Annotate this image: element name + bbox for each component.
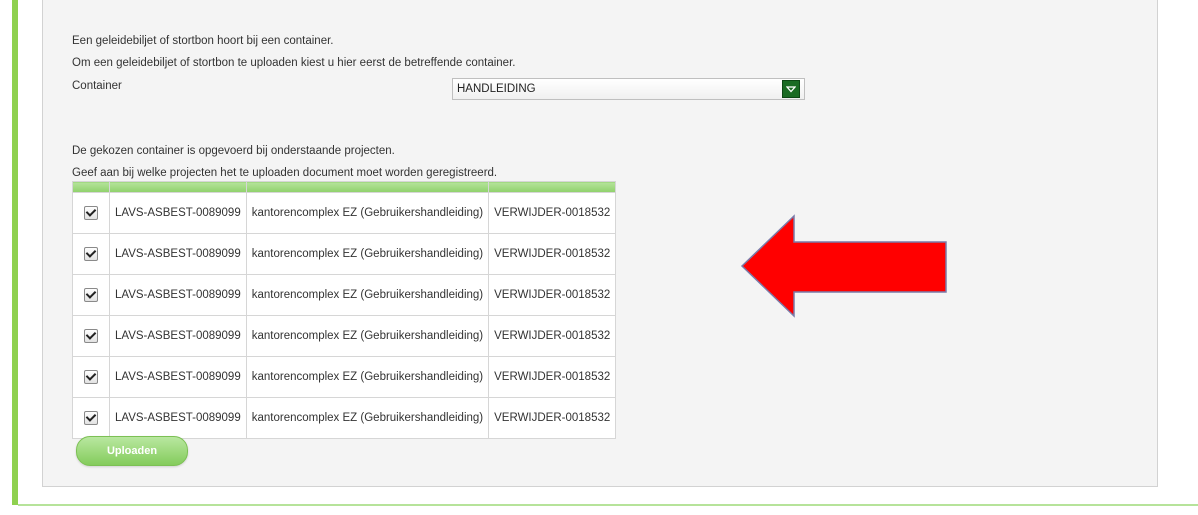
project-checkbox[interactable] [84, 206, 98, 220]
container-select[interactable]: HANDLEIDING [452, 78, 805, 100]
table-row: LAVS-ASBEST-0089099 kantorencomplex EZ (… [72, 356, 617, 398]
lavs-cell: LAVS-ASBEST-0089099 [109, 397, 247, 439]
container-select-value: HANDLEIDING [457, 83, 536, 95]
projects-info: De gekozen container is opgevoerd bij on… [72, 140, 497, 184]
table-row: LAVS-ASBEST-0089099 kantorencomplex EZ (… [72, 274, 617, 316]
table-row: LAVS-ASBEST-0089099 kantorencomplex EZ (… [72, 192, 617, 234]
header-cell [245, 181, 490, 193]
code-cell: VERWIJDER-0018532 [488, 192, 617, 234]
code-cell: VERWIJDER-0018532 [488, 233, 617, 275]
table-body: LAVS-ASBEST-0089099 kantorencomplex EZ (… [72, 192, 617, 439]
arrow-left-icon [740, 214, 947, 318]
chevron-down-icon[interactable] [782, 80, 800, 98]
code-cell: VERWIJDER-0018532 [488, 397, 617, 439]
container-label: Container [72, 80, 122, 92]
bottom-divider [18, 504, 1198, 506]
table-header [72, 181, 617, 193]
project-checkbox[interactable] [84, 288, 98, 302]
project-checkbox[interactable] [84, 370, 98, 384]
intro-text: Een geleidebiljet of stortbon hoort bij … [72, 30, 515, 74]
project-cell: kantorencomplex EZ (Gebruikershandleidin… [245, 233, 490, 275]
left-accent-bar [0, 0, 18, 505]
intro-line-2: Om een geleidebiljet of stortbon te uplo… [72, 57, 516, 69]
code-cell: VERWIJDER-0018532 [488, 356, 617, 398]
projects-table: LAVS-ASBEST-0089099 kantorencomplex EZ (… [72, 181, 617, 439]
project-checkbox[interactable] [84, 329, 98, 343]
project-cell: kantorencomplex EZ (Gebruikershandleidin… [245, 192, 490, 234]
project-cell: kantorencomplex EZ (Gebruikershandleidin… [245, 397, 490, 439]
project-cell: kantorencomplex EZ (Gebruikershandleidin… [245, 356, 490, 398]
project-checkbox[interactable] [84, 411, 98, 425]
project-cell: kantorencomplex EZ (Gebruikershandleidin… [245, 274, 490, 316]
header-cell [109, 181, 247, 193]
table-row: LAVS-ASBEST-0089099 kantorencomplex EZ (… [72, 233, 617, 275]
code-cell: VERWIJDER-0018532 [488, 274, 617, 316]
lavs-cell: LAVS-ASBEST-0089099 [109, 356, 247, 398]
header-cell [72, 181, 110, 193]
header-cell [488, 181, 617, 193]
lavs-cell: LAVS-ASBEST-0089099 [109, 274, 247, 316]
project-checkbox[interactable] [84, 247, 98, 261]
lavs-cell: LAVS-ASBEST-0089099 [109, 315, 247, 357]
lavs-cell: LAVS-ASBEST-0089099 [109, 233, 247, 275]
intro-line-1: Een geleidebiljet of stortbon hoort bij … [72, 35, 334, 47]
lavs-cell: LAVS-ASBEST-0089099 [109, 192, 247, 234]
upload-button[interactable]: Uploaden [76, 436, 188, 466]
table-row: LAVS-ASBEST-0089099 kantorencomplex EZ (… [72, 315, 617, 357]
project-cell: kantorencomplex EZ (Gebruikershandleidin… [245, 315, 490, 357]
table-row: LAVS-ASBEST-0089099 kantorencomplex EZ (… [72, 397, 617, 439]
projects-info-line-1: De gekozen container is opgevoerd bij on… [72, 145, 395, 157]
code-cell: VERWIJDER-0018532 [488, 315, 617, 357]
